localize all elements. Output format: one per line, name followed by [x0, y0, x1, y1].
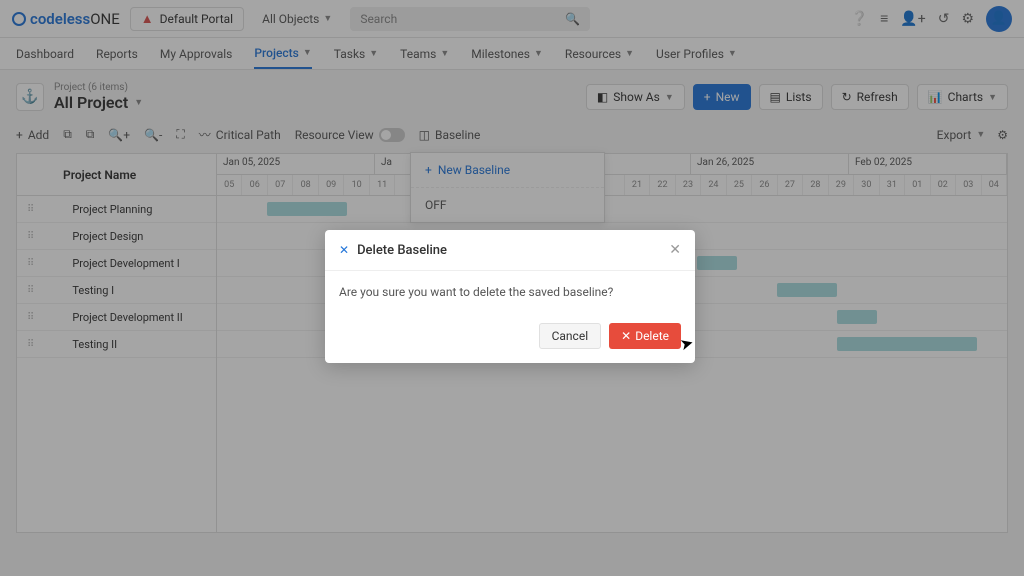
- cancel-button[interactable]: Cancel: [539, 323, 602, 349]
- modal-body: Are you sure you want to delete the save…: [325, 271, 695, 313]
- close-icon[interactable]: ✕: [669, 242, 681, 258]
- modal-footer: Cancel ✕Delete: [325, 313, 695, 363]
- x-icon: ✕: [621, 329, 631, 343]
- modal-header: ✕ Delete Baseline ✕: [325, 230, 695, 271]
- modal-title: Delete Baseline: [357, 243, 447, 258]
- delete-button[interactable]: ✕Delete: [609, 323, 681, 349]
- delete-baseline-modal: ✕ Delete Baseline ✕ Are you sure you wan…: [325, 230, 695, 363]
- x-icon: ✕: [339, 243, 349, 257]
